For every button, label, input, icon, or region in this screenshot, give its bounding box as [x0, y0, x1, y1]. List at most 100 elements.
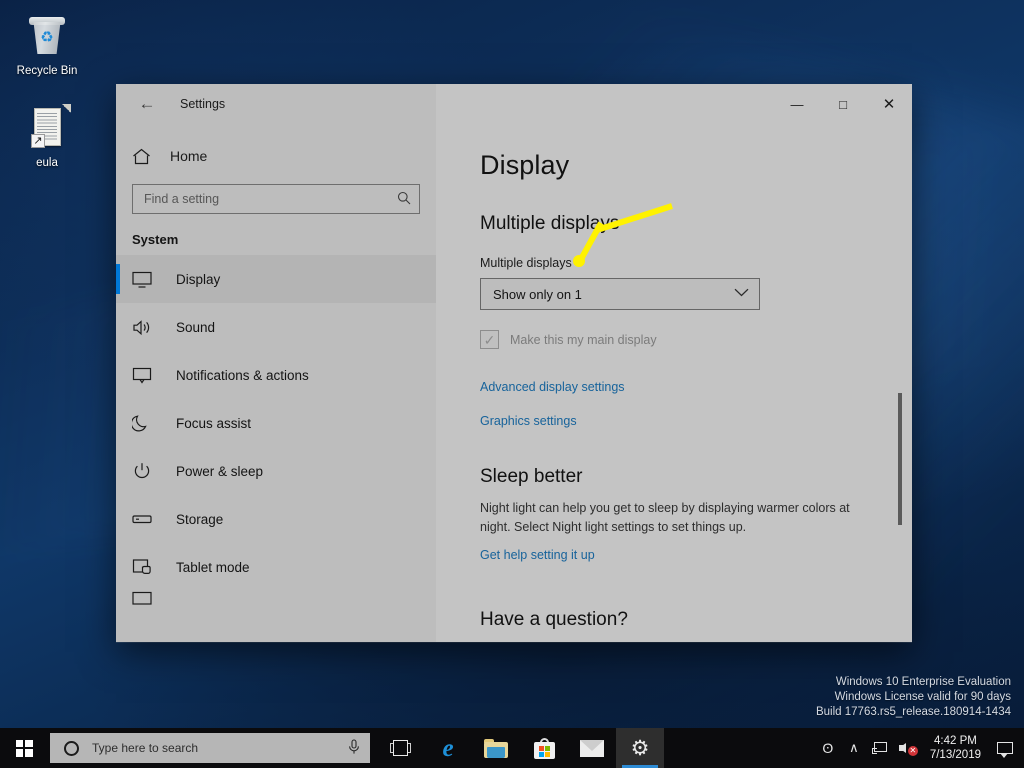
get-help-setting-it-up-link[interactable]: Get help setting it up: [480, 548, 868, 562]
maximize-button[interactable]: □: [820, 84, 866, 124]
gear-icon: ⚙: [630, 736, 650, 760]
monitor-icon: [132, 591, 166, 608]
watermark-line-3: Build 17763.rs5_release.180914-1434: [815, 706, 1011, 718]
windows-activation-watermark: Windows 10 Enterprise Evaluation Windows…: [816, 675, 1011, 720]
taskbar: Type here to search e ⚙ ʘ ∧ ✕ 4:42 PM 7/…: [0, 728, 1024, 768]
window-body: Home System: [116, 124, 912, 642]
window-titlebar: ← Settings — □ ✕: [116, 84, 912, 124]
drive-icon: [132, 512, 166, 526]
monitor-icon: [132, 271, 166, 288]
titlebar-drag-area[interactable]: [436, 84, 774, 124]
desktop-icon-label: eula: [36, 157, 58, 169]
speaker-icon: [132, 319, 166, 336]
desktop-icon-recycle-bin[interactable]: ♻ Recycle Bin: [8, 12, 86, 78]
sidebar-item-home[interactable]: Home: [116, 138, 436, 174]
sidebar-item-display[interactable]: Display: [116, 255, 436, 303]
clock-time: 4:42 PM: [934, 735, 977, 747]
chevron-down-icon: [734, 288, 749, 300]
search-input[interactable]: [144, 192, 391, 206]
sidebar-item-storage[interactable]: Storage: [116, 495, 436, 543]
titlebar-left: ← Settings: [116, 84, 436, 124]
sidebar-item-notifications-actions[interactable]: Notifications & actions: [116, 351, 436, 399]
cortana-icon: [64, 740, 79, 756]
taskbar-search-box[interactable]: Type here to search: [50, 733, 370, 763]
settings-sidebar: Home System: [116, 124, 436, 642]
sidebar-search-wrap: [116, 174, 436, 214]
store-icon: [533, 737, 555, 759]
system-tray: ʘ ∧ ✕ 4:42 PM 7/13/2019: [815, 728, 1024, 768]
action-center-icon: [997, 742, 1013, 758]
sidebar-item-power-sleep[interactable]: Power & sleep: [116, 447, 436, 495]
mail-icon: [580, 739, 604, 757]
content-scrollbar[interactable]: [894, 132, 906, 634]
taskbar-store-button[interactable]: [520, 728, 568, 768]
recycle-bin-icon: ♻: [23, 12, 71, 60]
volume-glyph: ✕: [898, 741, 918, 756]
desktop-icon-label: Recycle Bin: [16, 65, 78, 77]
taskbar-task-view-button[interactable]: [376, 728, 424, 768]
notification-icon: [132, 367, 166, 384]
taskbar-app-icons: e ⚙: [376, 728, 664, 768]
taskbar-settings-button[interactable]: ⚙: [616, 728, 664, 768]
edge-icon: e: [442, 734, 454, 762]
make-main-display-checkbox[interactable]: ✓: [480, 330, 499, 349]
shortcut-overlay-icon: ↗: [31, 134, 45, 148]
graphics-settings-link[interactable]: Graphics settings: [480, 414, 868, 428]
window-title: Settings: [180, 97, 226, 111]
close-button[interactable]: ✕: [866, 84, 912, 124]
taskbar-mail-button[interactable]: [568, 728, 616, 768]
taskbar-clock[interactable]: 4:42 PM 7/13/2019: [921, 728, 990, 768]
sidebar-item-label: Sound: [176, 319, 216, 335]
sidebar-item-label: Home: [170, 148, 208, 164]
multiple-displays-dropdown[interactable]: Show only on 1: [480, 278, 760, 310]
section-heading-sleep-better: Sleep better: [480, 466, 583, 487]
network-glyph: [871, 741, 889, 755]
show-hidden-icons-chevron-up-icon[interactable]: ∧: [841, 728, 867, 768]
action-center-button[interactable]: [990, 728, 1020, 768]
sidebar-group-title: System: [132, 232, 179, 247]
moon-icon: [132, 414, 166, 432]
folder-icon: [484, 738, 508, 758]
sleep-better-description: Night light can help you get to sleep by…: [480, 501, 850, 534]
desktop-icon-eula[interactable]: ↗ eula: [8, 104, 86, 170]
sidebar-item-sound[interactable]: Sound: [116, 303, 436, 351]
taskbar-search-placeholder: Type here to search: [92, 741, 199, 755]
sidebar-item-label: Power & sleep: [176, 463, 264, 479]
sidebar-item-partial[interactable]: [116, 591, 436, 611]
mute-badge: ✕: [907, 746, 918, 756]
tablet-icon: [132, 558, 166, 576]
settings-content: Display Multiple displays Multiple displ…: [436, 124, 912, 642]
task-view-icon: [389, 740, 411, 756]
start-button[interactable]: [0, 728, 48, 768]
make-main-display-label: Make this my main display: [510, 332, 657, 347]
minimize-button[interactable]: —: [774, 84, 820, 124]
advanced-display-settings-link[interactable]: Advanced display settings: [480, 380, 868, 394]
page-title: Display: [480, 150, 570, 180]
clock-date: 7/13/2019: [929, 749, 981, 761]
power-icon: [132, 462, 166, 480]
taskbar-file-explorer-button[interactable]: [472, 728, 520, 768]
content-scrollbar-thumb[interactable]: [898, 393, 902, 526]
sidebar-item-label: Display: [176, 271, 221, 287]
network-icon[interactable]: [867, 728, 894, 768]
sidebar-item-focus-assist[interactable]: Focus assist: [116, 399, 436, 447]
sidebar-item-label: Storage: [176, 511, 224, 527]
search-icon[interactable]: [397, 191, 411, 208]
watermark-line-1: Windows 10 Enterprise Evaluation: [835, 676, 1011, 688]
taskbar-edge-button[interactable]: e: [424, 728, 472, 768]
sidebar-item-label: Notifications & actions: [176, 367, 309, 383]
search-box[interactable]: [132, 184, 420, 214]
back-button[interactable]: ←: [130, 89, 164, 119]
text-document-shortcut-icon: ↗: [23, 104, 71, 152]
sidebar-item-tablet-mode[interactable]: Tablet mode: [116, 543, 436, 591]
microphone-icon[interactable]: [348, 738, 360, 758]
section-heading-multiple-displays: Multiple displays: [480, 213, 620, 234]
volume-muted-icon[interactable]: ✕: [894, 728, 921, 768]
make-main-display-checkbox-row[interactable]: ✓ Make this my main display: [480, 330, 868, 349]
dropdown-selected-value: Show only on 1: [493, 286, 582, 302]
multiple-displays-field-label: Multiple displays: [480, 256, 572, 270]
desktop: ♻ Recycle Bin ↗ eula ← Settings — □ ✕ Ho…: [0, 0, 1024, 768]
home-icon: [132, 148, 166, 165]
sidebar-item-label: Focus assist: [176, 415, 252, 431]
people-icon[interactable]: ʘ: [815, 728, 841, 768]
